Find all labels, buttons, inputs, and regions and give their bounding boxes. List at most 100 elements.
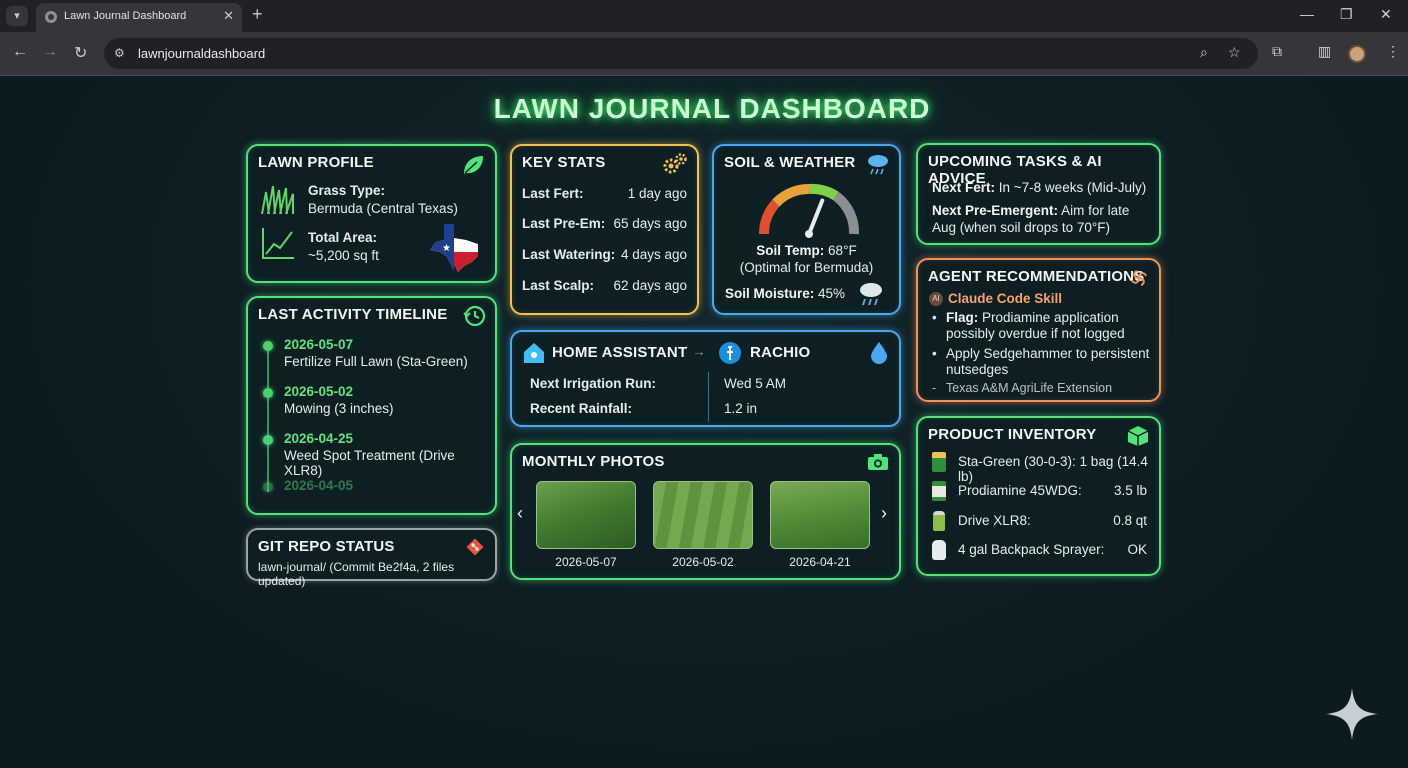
total-area-value: ~5,200 sq ft [308, 248, 379, 263]
grass-type-value: Bermuda (Central Texas) [308, 201, 458, 216]
timeline-desc: Mowing (3 inches) [284, 401, 394, 416]
timeline-dot [263, 388, 273, 398]
site-info-icon[interactable]: ⚙ [114, 46, 125, 60]
next-fert-value: In ~7-8 weeks (Mid-July) [998, 180, 1147, 195]
timeline-line [267, 346, 269, 492]
inventory-qty: 0.8 qt [1113, 513, 1147, 528]
rachio-label: RACHIO [750, 344, 811, 361]
inventory-name: 4 gal Backpack Sprayer: [958, 542, 1105, 557]
lawn-profile-card: LAWN PROFILE Grass Type: Bermuda (Centra… [246, 144, 497, 283]
stat-label: Last Watering: [522, 247, 616, 262]
stat-label: Last Fert: [522, 186, 584, 201]
stat-value: 1 day ago [627, 186, 687, 201]
product-inventory-card: PRODUCT INVENTORY Sta-Green (30-0-3): 1 … [916, 416, 1161, 576]
leaf-icon [464, 156, 483, 174]
globe-icon [45, 11, 57, 23]
inventory-name: Drive XLR8: [958, 513, 1031, 528]
lawn-photo[interactable] [770, 481, 870, 549]
git-status-card: GIT REPO STATUS lawn-journal/ (Commit Be… [246, 528, 497, 588]
rainfall-label: Recent Rainfall: [530, 401, 633, 416]
menu-icon[interactable]: ⋮ [1386, 43, 1400, 60]
forward-button[interactable]: → [42, 43, 58, 61]
soil-moisture-value: 45% [818, 286, 846, 301]
url-text: lawnjournaldashboard [138, 46, 266, 61]
inventory-name: Sta-Green (30-0-3): 1 bag (14.4 lb) [958, 454, 1148, 484]
timeline-dot [263, 482, 273, 492]
flag-label: Flag: [946, 310, 979, 325]
soil-temp: Soil Temp: 68°F [714, 243, 899, 258]
card-title: PRODUCT INVENTORY [928, 426, 1097, 443]
restore-button[interactable]: ❐ [1340, 6, 1353, 23]
soil-temp-label: Soil Temp: [756, 243, 825, 258]
monthly-photos-card: MONTHLY PHOTOS ‹ 2026-05-07 2026-05-02 2… [510, 443, 901, 580]
flag-text-cont: possibly overdue if not logged [946, 326, 1125, 341]
water-drop-icon [871, 342, 887, 364]
timeline-dot [263, 435, 273, 445]
activity-timeline-card: LAST ACTIVITY TIMELINE 2026-05-07 Fertil… [246, 296, 497, 515]
rain-cloud-icon [860, 283, 882, 306]
minimize-button[interactable]: — [1300, 6, 1314, 22]
timeline-dot [263, 341, 273, 351]
grass-type-label: Grass Type: [308, 183, 386, 198]
next-pre-value: Aim for late [1061, 203, 1130, 218]
side-panel-icon[interactable]: ▥ [1318, 43, 1331, 60]
new-tab-button[interactable]: + [252, 4, 263, 25]
card-title: KEY STATS [522, 154, 606, 171]
soil-moisture-label: Soil Moisture: [725, 286, 815, 301]
next-pre-value-cont: Aug (when soil drops to 70°F) [932, 220, 1110, 235]
back-button[interactable]: ← [12, 43, 28, 61]
sparkle-icon[interactable] [1326, 688, 1378, 740]
tab-strip: ▾ Lawn Journal Dashboard ✕ + — ❐ ✕ [0, 0, 1408, 32]
soil-temp-note: (Optimal for Bermuda) [739, 260, 874, 275]
stat-value: 62 days ago [613, 278, 687, 293]
camera-icon[interactable] [867, 453, 889, 471]
timeline-date: 2026-04-25 [284, 431, 354, 446]
home-assistant-label: HOME ASSISTANT [552, 344, 688, 361]
lawn-photo[interactable] [653, 481, 753, 549]
inventory-qty: 3.5 lb [1113, 483, 1147, 498]
next-run-label: Next Irrigation Run: [530, 376, 657, 391]
tab-search-button[interactable]: ▾ [6, 6, 28, 26]
agent-recommendations-card: AGENT RECOMMENDATIONS AI Claude Code Ski… [916, 258, 1161, 402]
history-icon[interactable] [463, 304, 487, 328]
sprayer-icon [932, 540, 946, 560]
soil-temp-value: 68°F [828, 243, 857, 258]
rain-cloud-icon [868, 155, 888, 175]
source-text: Texas A&M AgriLife Extension [946, 381, 1113, 395]
address-bar[interactable]: ⚙ lawnjournaldashboard ⌕ ☆ [104, 38, 1258, 69]
total-area-label: Total Area: [308, 230, 378, 245]
home-assistant-icon [524, 343, 544, 363]
close-window-button[interactable]: ✕ [1380, 6, 1392, 23]
fertilizer-bag-icon [932, 452, 946, 472]
bullet: • [932, 346, 937, 361]
extensions-icon[interactable]: ⧉ [1272, 43, 1282, 60]
svg-text:★: ★ [442, 243, 451, 254]
profile-avatar[interactable] [1348, 45, 1366, 63]
inventory-qty: OK [1127, 542, 1147, 557]
reload-button[interactable]: ↻ [74, 43, 87, 63]
rainfall-value: 1.2 in [724, 401, 758, 416]
zoom-search-icon[interactable]: ⌕ [1200, 44, 1208, 61]
stat-label: Last Scalp: [522, 278, 595, 293]
photos-next-button[interactable]: › [881, 503, 887, 524]
photos-prev-button[interactable]: ‹ [517, 503, 523, 524]
lawn-photo[interactable] [536, 481, 636, 549]
timeline-desc: Weed Spot Treatment (Drive XLR8) [284, 448, 455, 478]
inventory-name: Prodiamine 45WDG: [958, 483, 1082, 498]
apply-text: Apply Sedgehammer to persistent [946, 346, 1150, 361]
bookmark-star-icon[interactable]: ☆ [1228, 44, 1241, 61]
timeline-date: 2026-05-07 [284, 337, 354, 352]
close-tab-icon[interactable]: ✕ [223, 8, 234, 24]
card-title: SOIL & WEATHER [724, 154, 856, 171]
next-fert: Next Fert: In ~7-8 weeks (Mid-July) [932, 180, 1146, 195]
card-title: MONTHLY PHOTOS [522, 453, 665, 470]
source-dash: - [932, 381, 937, 395]
next-pre: Next Pre-Emergent: Aim for late [932, 203, 1129, 218]
flag-text: Prodiamine application [982, 310, 1119, 325]
active-tab[interactable]: Lawn Journal Dashboard ✕ [36, 3, 242, 32]
next-fert-label: Next Fert: [932, 180, 996, 195]
prodiamine-bag-icon [932, 481, 946, 501]
card-title: LAST ACTIVITY TIMELINE [258, 306, 448, 323]
stat-value: 4 days ago [620, 247, 687, 262]
link-arrow: → [692, 344, 706, 359]
